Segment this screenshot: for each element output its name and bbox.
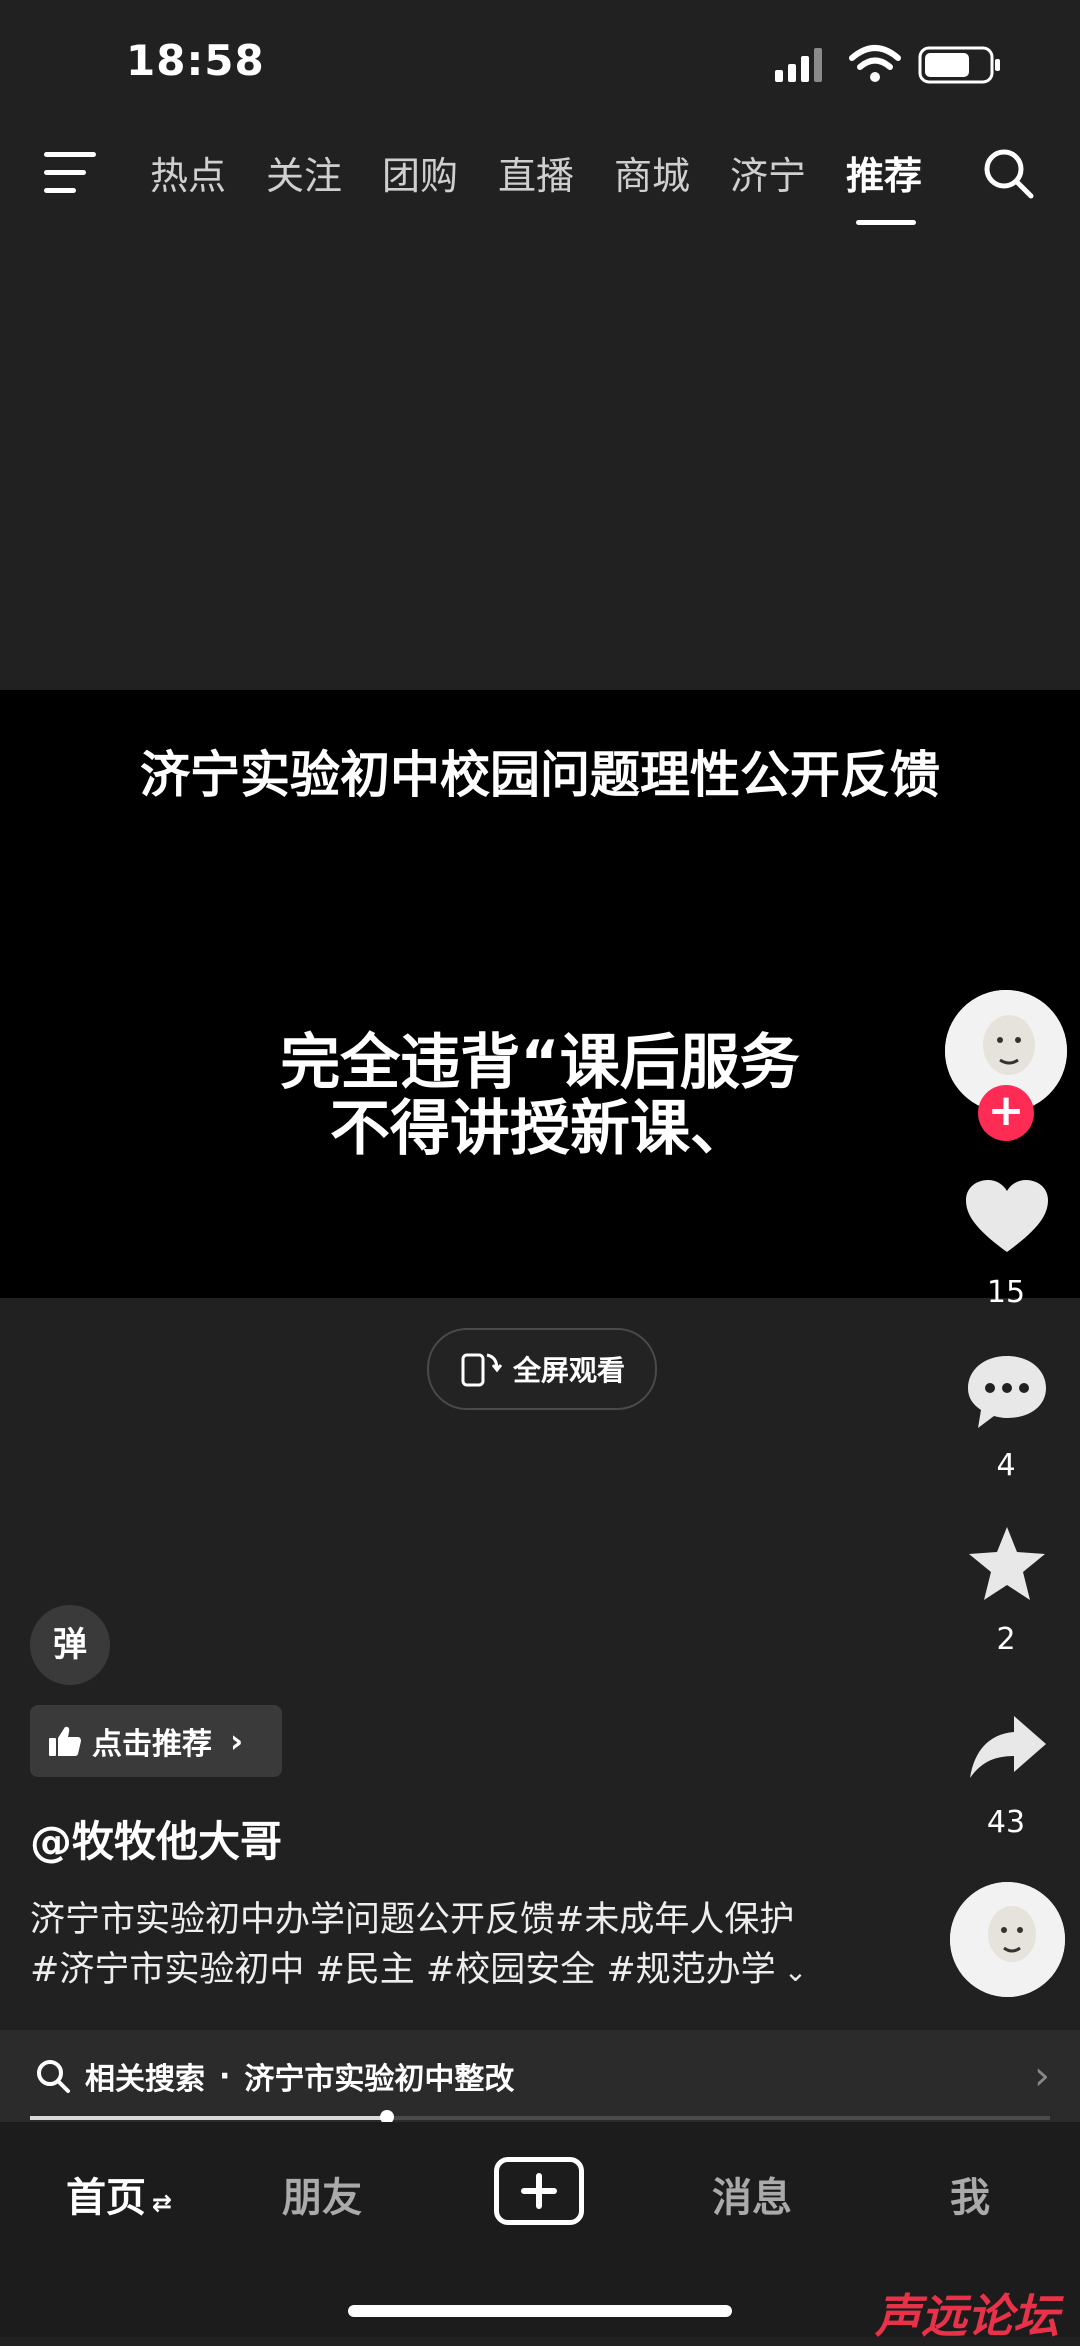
share-icon[interactable] xyxy=(968,1712,1048,1782)
chevron-right-icon: › xyxy=(230,1722,244,1760)
signal-icon xyxy=(775,48,822,82)
recommend-label: 点击推荐 xyxy=(92,1727,212,1762)
watermark-logo: 声远论坛 xyxy=(875,2289,1059,2343)
expand-chevron-icon[interactable]: ⌄ xyxy=(784,1955,807,1988)
search-icon xyxy=(37,2060,70,2093)
tab-following[interactable]: 关注 xyxy=(266,145,382,200)
status-time: 18:58 xyxy=(126,36,265,85)
follow-button[interactable]: + xyxy=(978,1085,1034,1141)
rotate-phone-icon xyxy=(461,1353,503,1387)
share-count: 43 xyxy=(986,1805,1026,1840)
related-search-label: 相关搜索 xyxy=(85,2062,205,2097)
tab-mall[interactable]: 商城 xyxy=(614,145,730,200)
caption-line1: 济宁市实验初中办学问题公开反馈#未成年人保护 xyxy=(30,1900,795,1940)
switch-arrows-icon: ⇄ xyxy=(152,2189,173,2217)
caption-line2: #济宁市实验初中 #民主 #校园安全 #规范办学 ⌄ xyxy=(30,1945,890,1997)
tab-recommend[interactable]: 推荐 xyxy=(846,145,962,225)
video-title-text: 济宁实验初中校园问题理性公开反馈 xyxy=(140,746,940,804)
battery-icon xyxy=(918,46,1000,84)
video-subtitle-line2: 不得讲授新课、 xyxy=(330,1094,750,1164)
top-tabs: 热点 关注 团购 直播 商城 济宁 推荐 xyxy=(150,145,962,225)
comment-count: 4 xyxy=(996,1448,1016,1483)
menu-icon[interactable] xyxy=(40,148,100,198)
recommend-button[interactable]: 点击推荐 › xyxy=(30,1705,282,1777)
search-icon[interactable] xyxy=(980,145,1036,201)
tab-hot[interactable]: 热点 xyxy=(150,145,266,200)
comment-icon[interactable] xyxy=(964,1352,1050,1432)
caption-hashtags[interactable]: #济宁市实验初中 #民主 #校园安全 #规范办学 xyxy=(30,1950,776,1990)
nav-me[interactable]: 我 xyxy=(950,2165,990,2223)
create-button[interactable] xyxy=(494,2157,584,2225)
star-icon[interactable] xyxy=(966,1524,1048,1604)
tab-group-buy[interactable]: 团购 xyxy=(382,145,498,200)
video-caption: 济宁市实验初中办学问题公开反馈#未成年人保护 #济宁市实验初中 #民主 #校园安… xyxy=(30,1895,890,1997)
music-avatar-icon xyxy=(950,1882,1065,1997)
tab-live[interactable]: 直播 xyxy=(498,145,614,200)
related-search-query: 济宁市实验初中整改 xyxy=(244,2062,515,2097)
video-subtitle: 完全违背“课后服务 不得讲授新课、 xyxy=(180,1030,900,1162)
related-search-separator: · xyxy=(219,2058,231,2094)
video-subtitle-line1: 完全违背“课后服务 xyxy=(280,1028,800,1098)
nav-messages[interactable]: 消息 xyxy=(712,2165,792,2223)
thumbs-up-icon xyxy=(49,1726,81,1756)
fullscreen-label: 全屏观看 xyxy=(512,1354,625,1387)
nav-home-label: 首页 xyxy=(66,2175,146,2221)
nav-home[interactable]: 首页 ⇄ xyxy=(66,2165,172,2223)
danmu-toggle-button[interactable]: 弹 xyxy=(30,1605,110,1685)
status-icons xyxy=(775,45,1000,84)
wifi-icon xyxy=(849,45,901,82)
music-disc[interactable] xyxy=(950,1882,1065,1997)
home-indicator xyxy=(348,2305,732,2317)
progress-fill xyxy=(30,2116,387,2120)
chevron-right-icon: › xyxy=(1034,2053,1050,2099)
heart-icon[interactable] xyxy=(964,1178,1050,1256)
author-name[interactable]: @牧牧他大哥 xyxy=(30,1808,282,1869)
tab-jining[interactable]: 济宁 xyxy=(730,145,846,200)
fullscreen-button[interactable]: 全屏观看 xyxy=(427,1328,657,1410)
favorite-count: 2 xyxy=(996,1622,1016,1657)
plus-icon xyxy=(521,2173,557,2209)
related-search-bar[interactable]: 相关搜索 · 济宁市实验初中整改 › xyxy=(0,2030,1080,2122)
nav-friends[interactable]: 朋友 xyxy=(282,2165,362,2223)
like-count: 15 xyxy=(986,1275,1026,1310)
